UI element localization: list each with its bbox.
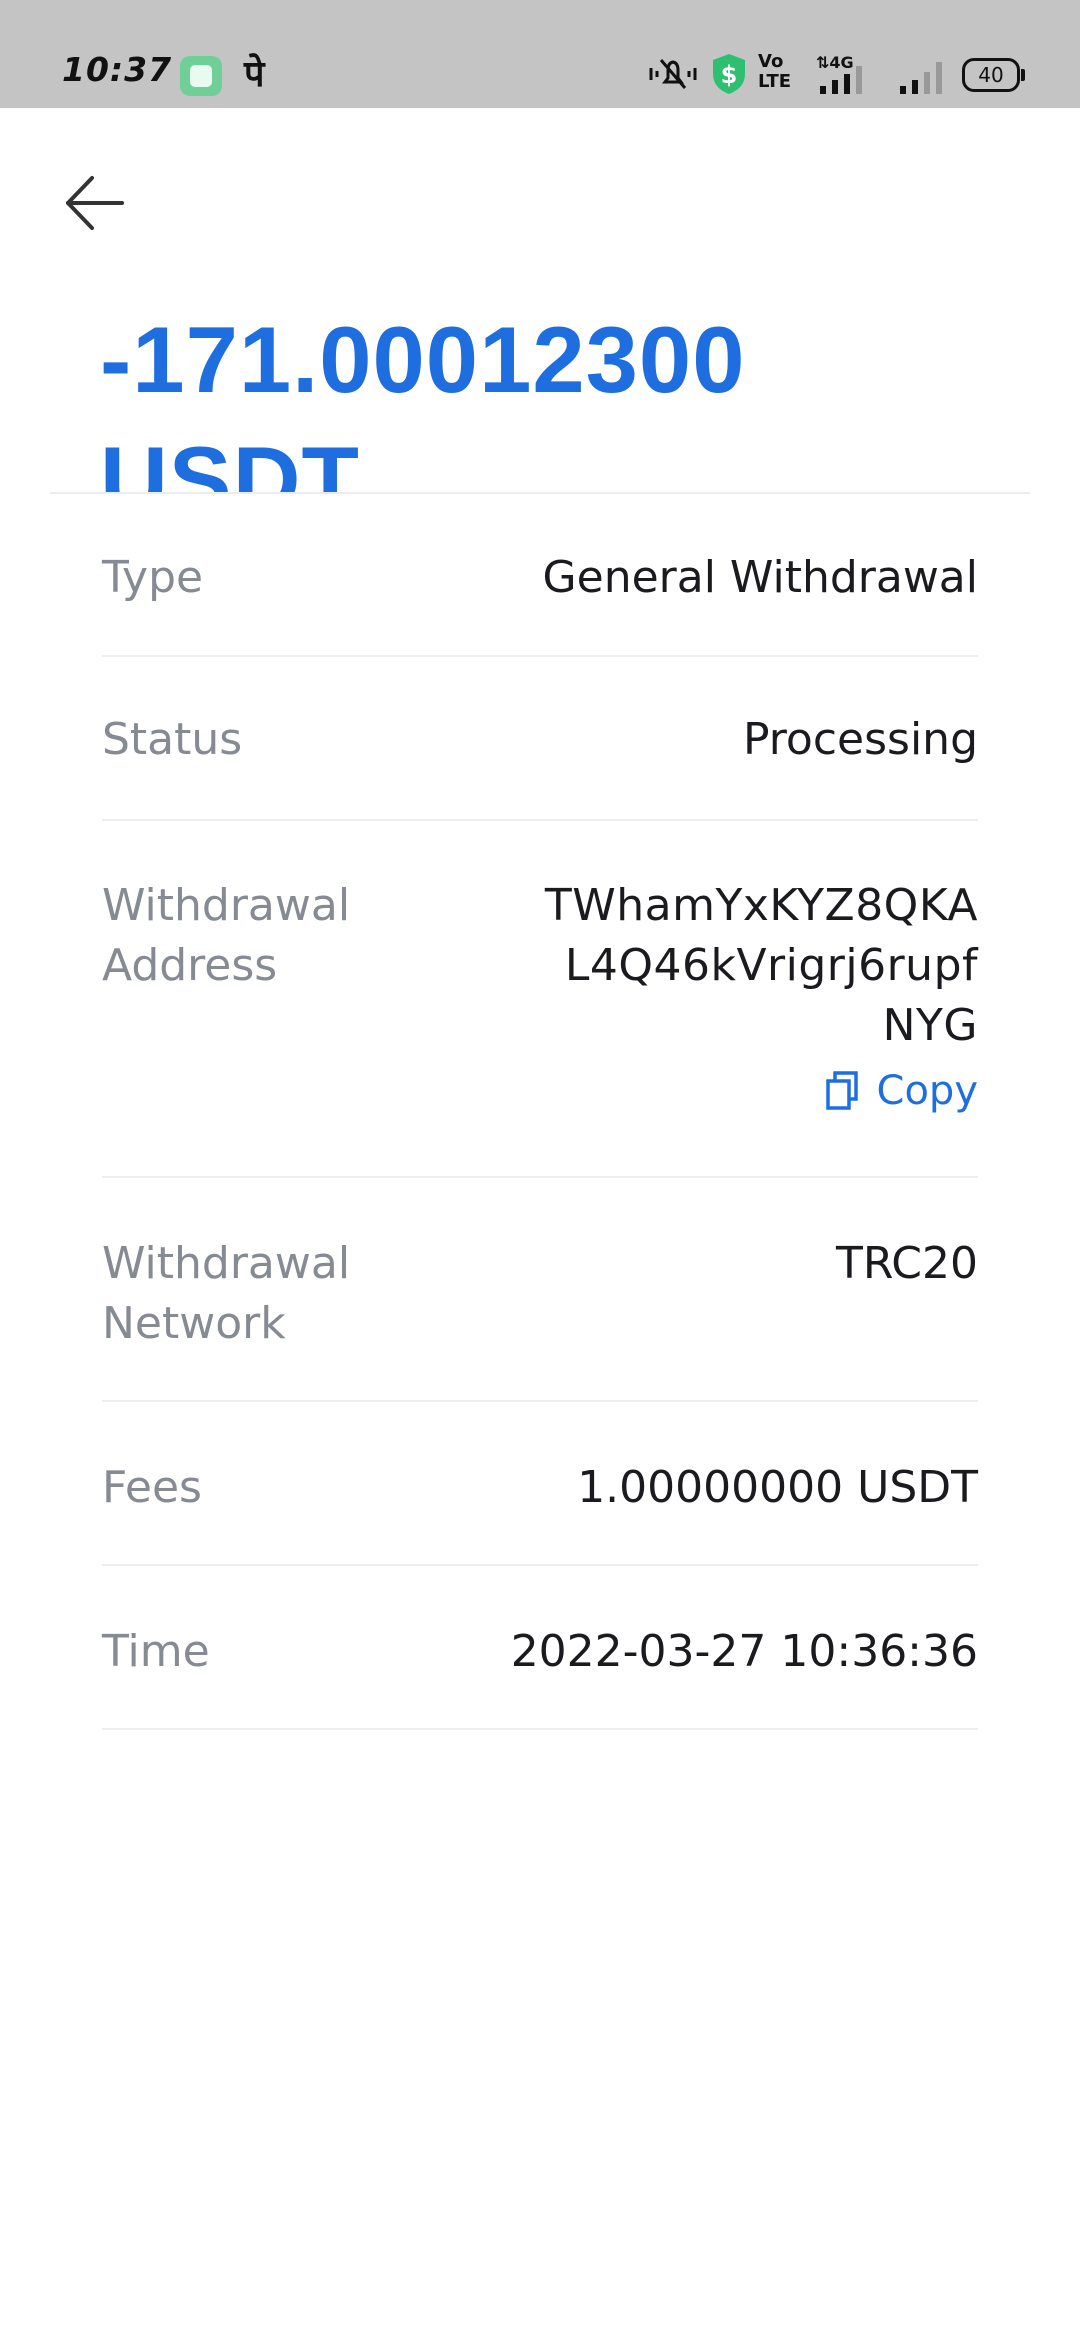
detail-row-network: Withdrawal Network TRC20 — [102, 1178, 978, 1402]
type-label: Type — [102, 552, 204, 603]
detail-row-type: Type General Withdrawal — [102, 493, 978, 657]
mute-bell-icon — [649, 59, 697, 89]
address-block: TWhamYxKYZ8QKAL4Q46kVrigrj6rupfNYG Copy — [538, 876, 978, 1114]
fees-value: 1.00000000 USDT — [577, 1462, 978, 1513]
signal-4g-icon: ⇅4G — [816, 53, 862, 94]
time-label: Time — [102, 1626, 210, 1677]
signal-strength-icon — [900, 62, 942, 94]
volte-indicator: Vo LTE — [758, 51, 792, 92]
svg-text:$: $ — [721, 61, 738, 89]
network-label: Withdrawal Network — [102, 1238, 351, 1349]
copy-address-button[interactable]: Copy — [538, 1068, 978, 1114]
dollar-shield-icon: $ — [713, 54, 745, 94]
network-value: TRC20 — [836, 1238, 978, 1289]
arrow-left-icon — [66, 176, 124, 230]
address-value: TWhamYxKYZ8QKAL4Q46kVrigrj6rupfNYG — [544, 880, 978, 1051]
time-value: 2022-03-27 10:36:36 — [510, 1626, 978, 1677]
type-value: General Withdrawal — [542, 552, 978, 603]
detail-row-address: Withdrawal Address TWhamYxKYZ8QKAL4Q46kV… — [102, 821, 978, 1178]
battery-icon: 40 — [962, 58, 1025, 92]
notification-pe-icon: पे — [244, 54, 265, 95]
status-time: 10:37 — [62, 50, 173, 89]
detail-row-time: Time 2022-03-27 10:36:36 — [102, 1566, 978, 1730]
detail-row-status: Status Processing — [102, 657, 978, 821]
withdrawal-amount: -171.00012300 USDT — [100, 307, 746, 493]
fees-label: Fees — [102, 1462, 202, 1513]
amount-header: -171.00012300 USDT — [100, 300, 1000, 493]
detail-row-fees: Fees 1.00000000 USDT — [102, 1402, 978, 1566]
svg-text:⇅4G: ⇅4G — [816, 53, 854, 72]
copy-label: Copy — [876, 1068, 978, 1114]
details-list: Type General Withdrawal Status Processin… — [102, 493, 978, 1730]
back-button[interactable] — [60, 170, 130, 240]
status-value: Processing — [743, 714, 978, 765]
copy-icon — [825, 1071, 858, 1110]
status-bar: 10:37 पे $ Vo LTE ⇅4G 40 — [0, 0, 1080, 108]
address-label: Withdrawal Address — [102, 880, 351, 991]
status-label: Status — [102, 714, 243, 765]
notification-app-icon — [180, 56, 222, 96]
